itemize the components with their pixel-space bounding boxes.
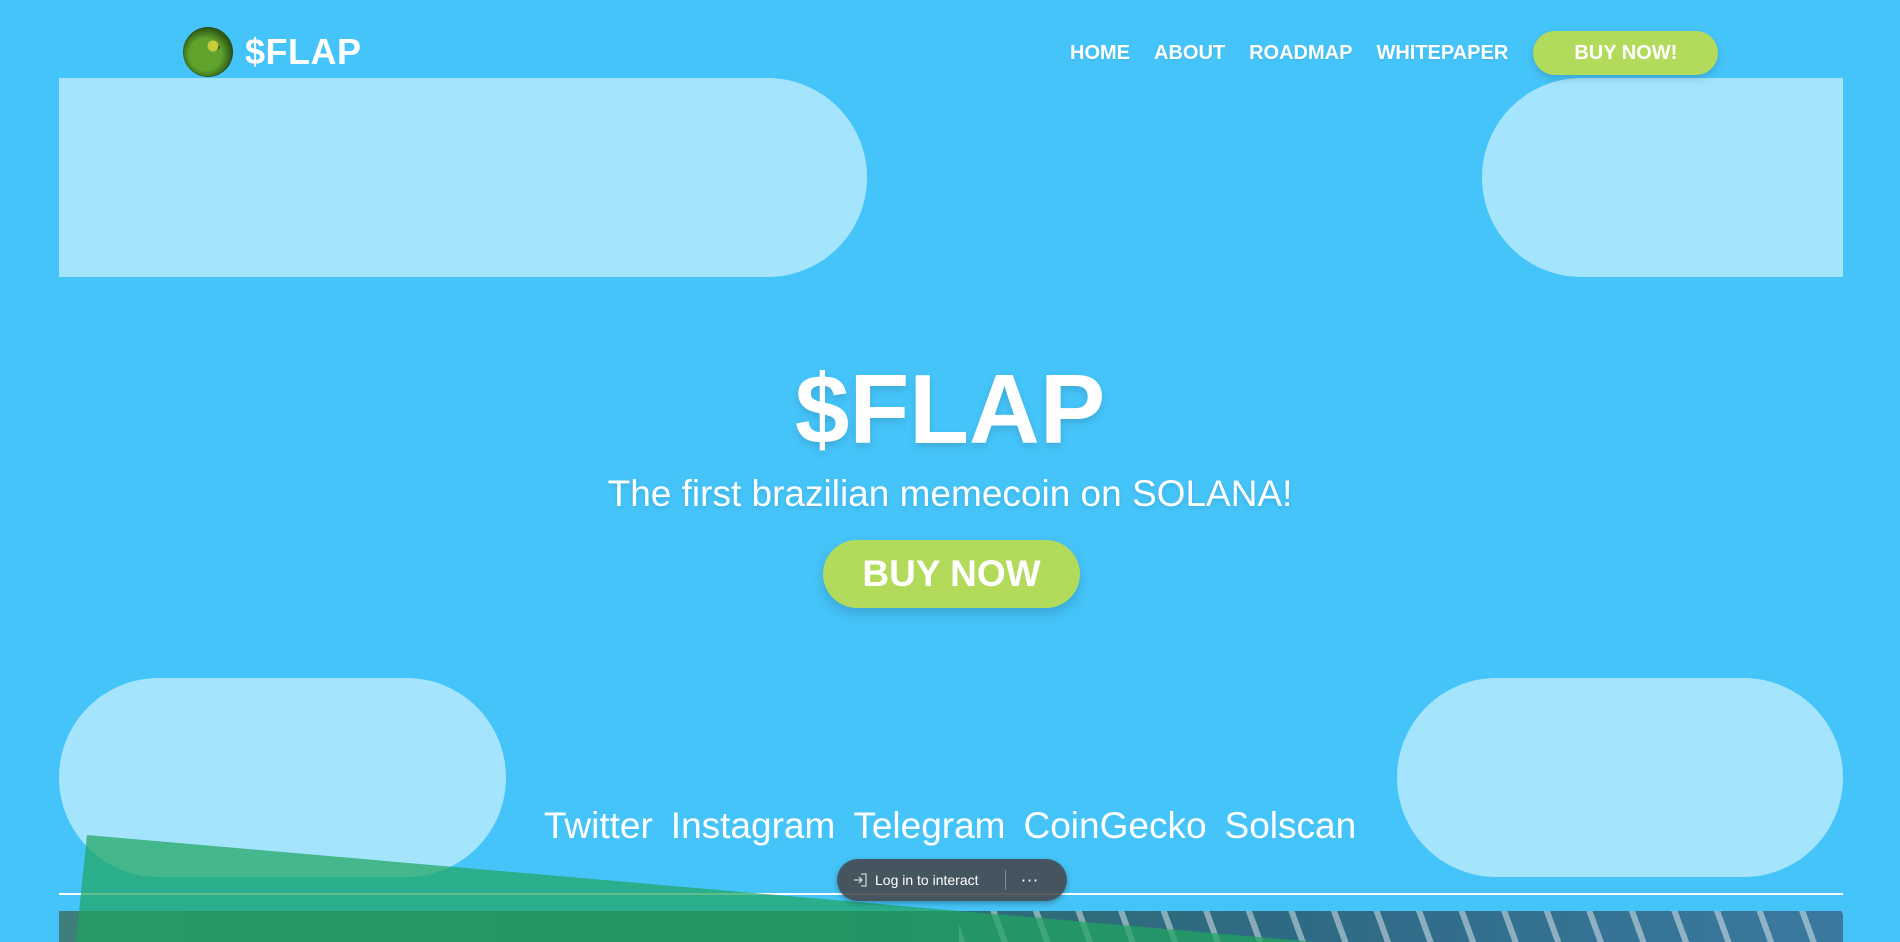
social-link-telegram[interactable]: Telegram <box>853 802 1005 850</box>
nav-about[interactable]: ABOUT <box>1154 31 1225 75</box>
logo-text: $FLAP <box>245 31 362 72</box>
social-link-solscan[interactable]: Solscan <box>1225 802 1357 850</box>
social-link-coingecko[interactable]: CoinGecko <box>1024 802 1207 850</box>
social-links: Twitter Instagram Telegram CoinGecko Sol… <box>0 802 1900 850</box>
logo-link[interactable]: $FLAP <box>183 27 362 77</box>
login-to-interact-button[interactable]: Log in to interact <box>837 859 1005 901</box>
nav-roadmap[interactable]: ROADMAP <box>1249 31 1352 75</box>
hero-title: $FLAP <box>794 354 1106 464</box>
interaction-toolbar: Log in to interact ··· <box>837 859 1067 901</box>
login-icon <box>851 871 869 889</box>
social-link-twitter[interactable]: Twitter <box>544 802 653 850</box>
decorative-cloud-top-right <box>1482 78 1843 277</box>
header-buy-button[interactable]: BUY NOW! <box>1533 31 1719 75</box>
decorative-cloud-top-left <box>59 78 867 277</box>
more-icon[interactable]: ··· <box>1006 859 1054 901</box>
social-link-instagram[interactable]: Instagram <box>671 802 836 850</box>
hero-subtitle: The first brazilian memecoin on SOLANA! <box>607 473 1293 514</box>
login-label: Log in to interact <box>875 872 979 888</box>
nav-whitepaper[interactable]: WHITEPAPER <box>1376 31 1508 75</box>
hero-buy-button[interactable]: BUY NOW <box>823 540 1080 608</box>
parrot-logo-icon <box>183 27 233 77</box>
nav-home[interactable]: HOME <box>1070 31 1130 75</box>
main-nav: HOME ABOUT ROADMAP WHITEPAPER BUY NOW! <box>1070 31 1719 75</box>
decorative-green-shape <box>76 835 1316 942</box>
